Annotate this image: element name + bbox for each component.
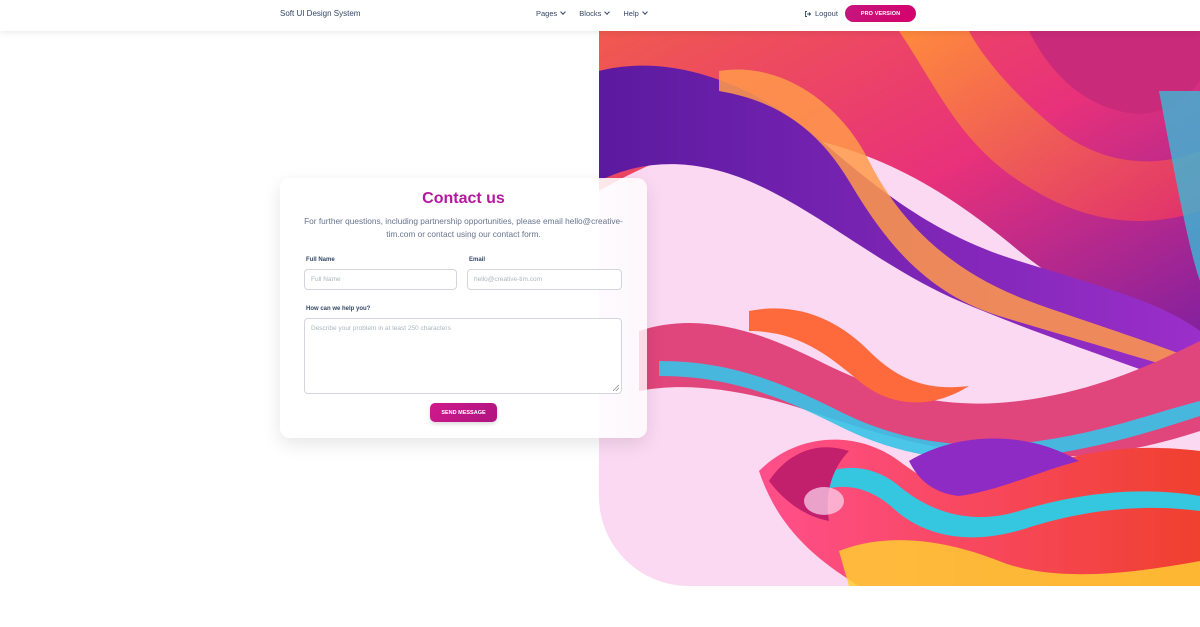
contact-subtitle: For further questions, including partner… (304, 216, 623, 239)
message-placeholder: Describe your problem in at least 250 ch… (311, 325, 451, 332)
chevron-down-icon (641, 9, 648, 15)
send-message-button[interactable]: SEND MESSAGE (430, 403, 497, 422)
resize-handle-icon[interactable] (613, 385, 619, 391)
chevron-down-icon (560, 9, 567, 15)
contact-card: Contact us For further questions, includ… (280, 178, 647, 438)
abstract-wave-art (599, 31, 1200, 586)
email-input[interactable]: hello@creative-tim.com (467, 269, 622, 290)
email-label: Email (469, 257, 486, 263)
nav-item-blocks[interactable]: Blocks (579, 9, 611, 18)
nav-menu: Pages Blocks Help (536, 9, 648, 18)
full-name-input[interactable]: Full Name (304, 269, 457, 290)
pro-version-button[interactable]: PRO VERSION (845, 5, 916, 22)
chevron-down-icon (604, 9, 611, 15)
contact-title: Contact us (422, 190, 505, 207)
logout-icon (805, 10, 812, 17)
nav-item-label: Help (623, 9, 639, 18)
message-textarea[interactable]: Describe your problem in at least 250 ch… (304, 318, 622, 394)
full-name-label: Full Name (306, 257, 335, 263)
logout-label: Logout (815, 9, 838, 18)
message-label: How can we help you? (306, 306, 371, 312)
hero-artwork (599, 31, 1200, 586)
nav-item-label: Pages (536, 9, 558, 18)
nav-item-pages[interactable]: Pages (536, 9, 567, 18)
top-navbar: Soft UI Design System Pages Blocks Help … (0, 0, 1200, 31)
logout-link[interactable]: Logout (804, 9, 838, 18)
nav-item-label: Blocks (579, 9, 602, 18)
nav-item-help[interactable]: Help (623, 9, 648, 18)
brand-link[interactable]: Soft UI Design System (280, 9, 360, 18)
